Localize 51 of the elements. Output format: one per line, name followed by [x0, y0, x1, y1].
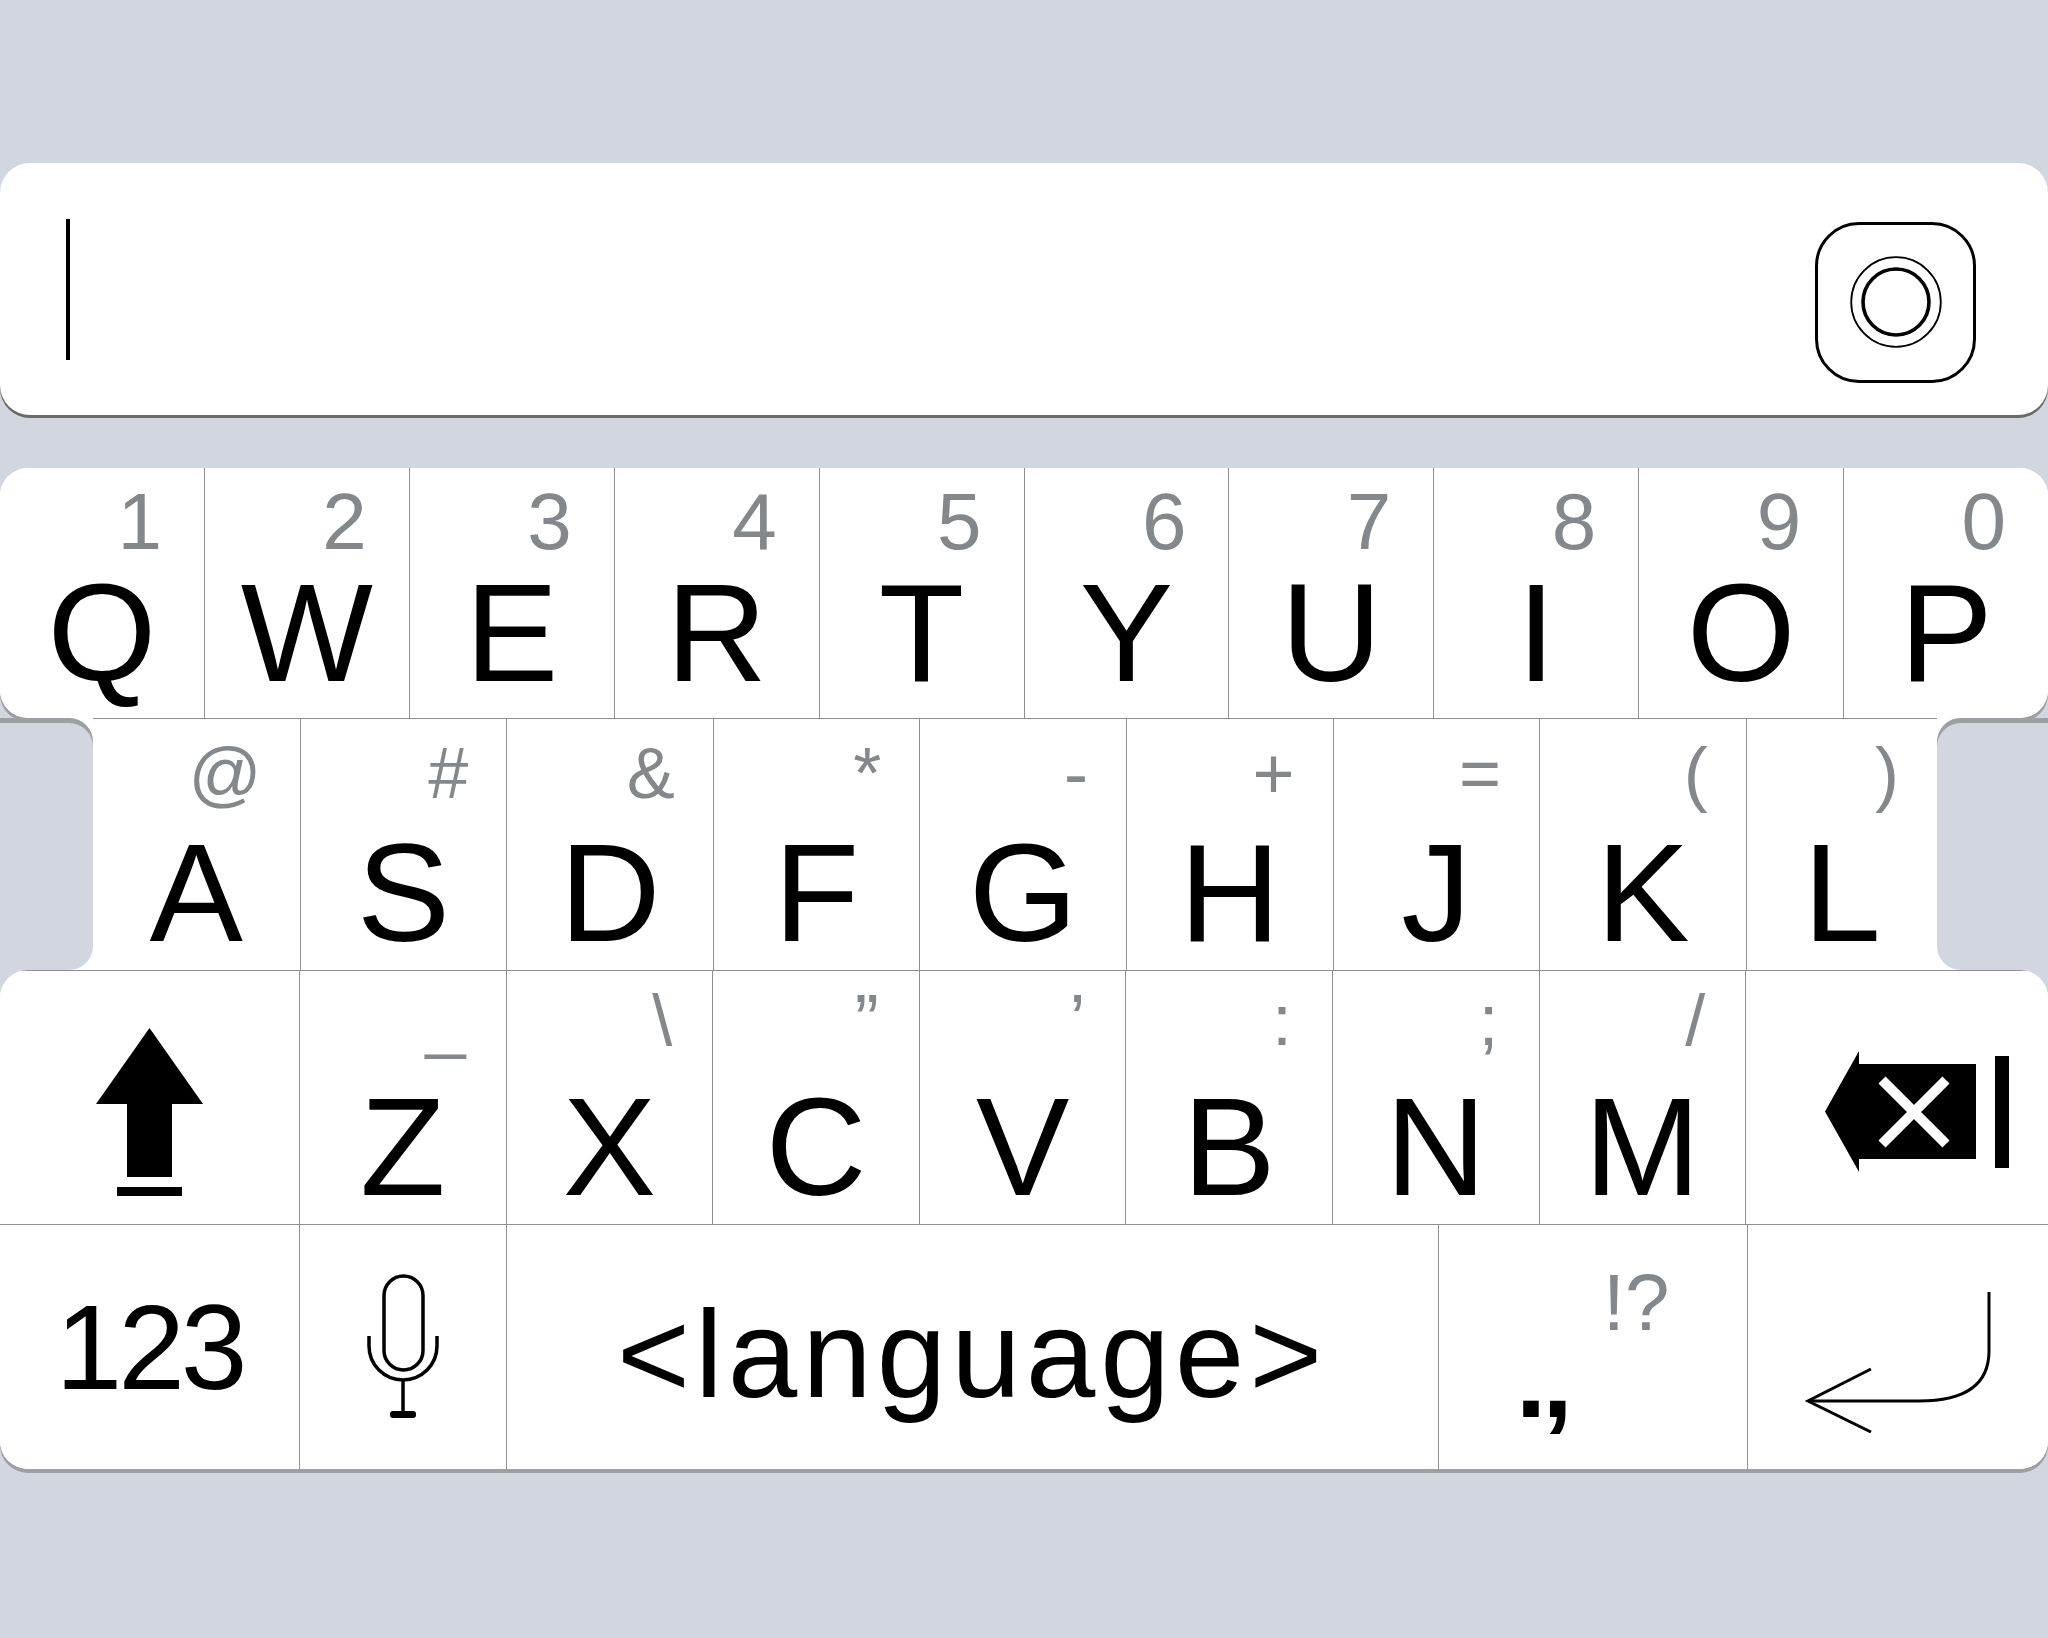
secondary-label: ’ — [1069, 984, 1086, 1056]
backspace-icon — [1825, 1051, 2010, 1172]
letter-key[interactable]: = J — [1332, 718, 1540, 970]
secondary-label: 3 — [527, 482, 572, 562]
letter-key[interactable]: \ X — [505, 970, 713, 1224]
secondary-label: 8 — [1551, 482, 1597, 562]
letter-key[interactable]: : B — [1125, 970, 1332, 1224]
secondary-label: !? — [1602, 1263, 1670, 1343]
return-icon — [1803, 1291, 1992, 1433]
microphone-icon — [366, 1274, 439, 1420]
letter-key[interactable]: ) L — [1745, 718, 1937, 970]
secondary-label: ; — [1478, 984, 1499, 1056]
letter-key[interactable]: * F — [712, 718, 920, 970]
secondary-label: 7 — [1346, 482, 1392, 562]
letter-key[interactable]: ; N — [1331, 970, 1539, 1224]
secondary-label: - — [1064, 737, 1088, 809]
letter-key[interactable]: + H — [1125, 718, 1333, 970]
secondary-label: 6 — [1141, 482, 1187, 562]
secondary-label: 0 — [1961, 482, 2007, 562]
secondary-label: 2 — [322, 482, 367, 562]
letter-key[interactable]: ( K — [1539, 718, 1746, 970]
secondary-label: + — [1252, 737, 1295, 809]
secondary-label: * — [853, 737, 882, 809]
secondary-label: 1 — [117, 482, 162, 562]
letter-key[interactable]: & D — [506, 718, 713, 970]
circle-button[interactable] — [1815, 221, 1976, 383]
double-ring-icon — [1849, 256, 1942, 348]
letter-key[interactable]: ’ V — [918, 970, 1126, 1224]
backspace-key[interactable] — [1745, 970, 2048, 1224]
secondary-label: \ — [652, 984, 673, 1056]
secondary-label: : — [1271, 984, 1292, 1056]
letter-key[interactable]: _ Z — [299, 970, 506, 1224]
text-field[interactable] — [0, 163, 2048, 415]
secondary-label: ” — [854, 984, 879, 1056]
letter-key[interactable]: # S — [299, 718, 507, 970]
letter-key[interactable]: 0 P — [1843, 468, 2048, 718]
secondary-label: # — [428, 737, 469, 809]
letter-key[interactable]: / M — [1538, 970, 1746, 1224]
secondary-label: / — [1685, 984, 1706, 1056]
microphone-key[interactable] — [299, 1224, 506, 1469]
letter-key[interactable]: - G — [919, 718, 1126, 970]
secondary-label: 5 — [937, 482, 982, 562]
punctuation-key[interactable]: ., !? — [1437, 1224, 1747, 1469]
secondary-label: & — [626, 737, 675, 809]
secondary-label: @ — [188, 737, 262, 809]
secondary-label: 4 — [732, 482, 777, 562]
number-mode-key[interactable]: 123 — [0, 1224, 299, 1469]
space-key[interactable]: <language> — [505, 1224, 1438, 1469]
secondary-label: 9 — [1756, 482, 1802, 562]
letter-key[interactable]: ” C — [712, 970, 919, 1224]
secondary-label: = — [1459, 737, 1502, 809]
